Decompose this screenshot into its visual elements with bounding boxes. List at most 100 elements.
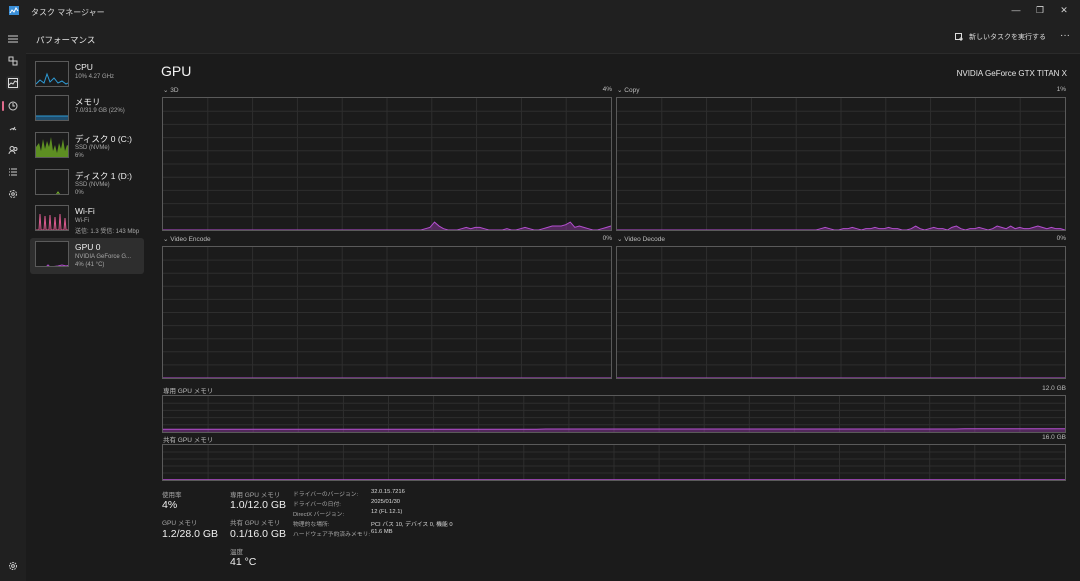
device-subtitle: 7.0/31.9 GB (22%) [75, 108, 125, 114]
engine-video-decode-label: Video Decode [624, 236, 665, 243]
page-title: パフォーマンス [36, 35, 96, 45]
more-options-button[interactable]: ··· [1060, 30, 1070, 41]
engine-video-encode-selector[interactable]: ⌄ Video Encode [163, 235, 211, 243]
engine-copy-selector[interactable]: ⌄ Copy [617, 86, 639, 94]
title-bar: タスク マネージャー — ❐ ✕ [0, 0, 1080, 24]
device-subtitle: SSD (NVMe) [75, 145, 110, 151]
utilization-label: 使用率 [162, 492, 182, 499]
shared-gpu-memory-label: 共有 GPU メモリ [230, 520, 281, 527]
engine-copy-graph [616, 97, 1066, 231]
device-item-disk-1[interactable]: ディスク 1 (D:) SSD (NVMe) 0% [30, 166, 144, 202]
device-usage: 6% [75, 153, 84, 159]
restore-button[interactable]: ❐ [1028, 0, 1052, 20]
engine-3d-graph [162, 97, 612, 231]
task-manager-app-icon [9, 6, 19, 15]
gpu-memory-value: 1.2/28.0 GB [162, 528, 219, 540]
wifi-thumbnail-line [36, 213, 68, 230]
disk-0-thumbnail-fill [36, 137, 68, 157]
engine-3d-label: 3D [170, 87, 179, 94]
app-history-icon[interactable] [6, 99, 20, 113]
property-label: ドライバーの日付: [293, 502, 341, 508]
device-item-disk-0[interactable]: ディスク 0 (C:) SSD (NVMe) 6% [30, 129, 144, 165]
engine-video-decode-graph [616, 246, 1066, 379]
property-label: DirectX バージョン: [293, 512, 345, 518]
shared-memory-graph [162, 444, 1066, 481]
processes-icon[interactable] [6, 54, 20, 68]
shared-memory-graph-canvas [163, 445, 1065, 480]
shared-memory-max: 16.0 GB [1042, 434, 1066, 441]
engine-3d-value: 4% [602, 86, 612, 93]
disk-1-thumbnail-graph [35, 169, 69, 195]
device-item-memory[interactable]: メモリ 7.0/31.9 GB (22%) [30, 92, 144, 128]
startup-apps-icon[interactable] [6, 121, 20, 135]
engine-3d-graph-canvas [163, 98, 611, 230]
engine-3d-selector[interactable]: ⌄ 3D [163, 86, 179, 94]
memory-thumbnail-graph [35, 95, 69, 121]
dedicated-gpu-memory-value: 1.0/12.0 GB [230, 499, 287, 511]
run-task-icon [955, 32, 963, 41]
engine-video-decode-selector[interactable]: ⌄ Video Decode [617, 235, 665, 243]
shared-memory-label: 共有 GPU メモリ [163, 437, 214, 444]
property-value: 61.6 MB [371, 529, 393, 535]
device-subtitle: 10% 4.27 GHz [75, 74, 115, 80]
engine-video-encode-value: 0% [602, 235, 612, 242]
users-icon[interactable] [6, 143, 20, 157]
run-new-task-label: 新しいタスクを実行する [969, 34, 1046, 41]
gpu-memory-label: GPU メモリ [162, 520, 198, 527]
property-value: 12 (FL 12.1) [371, 509, 403, 515]
gpu-thumbnail-graph [35, 241, 69, 267]
engine-video-decode-graph-canvas [617, 247, 1065, 378]
device-throughput: 送信: 1.3 受信: 143 Mbp [75, 229, 140, 235]
property-label: ドライバーのバージョン: [293, 492, 359, 498]
close-button[interactable]: ✕ [1052, 0, 1076, 20]
settings-icon[interactable] [6, 559, 20, 573]
engine-copy-graph-canvas [617, 98, 1065, 230]
property-value: PCI バス 10, デバイス 0, 機能 0 [371, 522, 453, 528]
engine-copy-label: Copy [624, 87, 640, 94]
dedicated-memory-graph [162, 395, 1066, 433]
active-nav-indicator [2, 101, 4, 111]
details-icon[interactable] [6, 165, 20, 179]
run-new-task-button[interactable]: 新しいタスクを実行する [955, 32, 1046, 42]
engine-video-encode-label: Video Encode [170, 236, 211, 243]
dedicated-memory-label: 専用 GPU メモリ [163, 388, 214, 395]
gpu-title: GPU [161, 63, 192, 79]
menu-icon[interactable] [6, 32, 20, 46]
property-value: 32.0.15.7216 [371, 489, 405, 495]
device-usage: 4% (41 °C) [75, 262, 105, 268]
device-item-gpu-0[interactable]: GPU 0 NVIDIA GeForce G... 4% (41 °C) [30, 238, 144, 274]
shared-gpu-memory-value: 0.1/16.0 GB [230, 528, 287, 540]
device-name: CPU [75, 62, 93, 72]
engine-video-encode-graph [162, 246, 612, 379]
temperature-label: 温度 [230, 549, 243, 556]
app-title: タスク マネージャー [31, 8, 105, 17]
temperature-value: 41 °C [230, 556, 257, 568]
engine-video-decode-value: 0% [1056, 235, 1066, 242]
device-usage: 0% [75, 190, 84, 196]
services-icon[interactable] [6, 187, 20, 201]
engine-video-encode-graph-canvas [163, 247, 611, 378]
dedicated-gpu-memory-label: 専用 GPU メモリ [230, 492, 281, 499]
disk-1-thumbnail-line [56, 191, 60, 194]
navigation-rail [0, 24, 26, 581]
cpu-thumbnail-line [36, 72, 68, 85]
performance-icon[interactable] [6, 76, 20, 90]
page-header: パフォーマンス 新しいタスクを実行する ··· [26, 24, 1080, 54]
property-value: 2025/01/30 [371, 499, 401, 505]
cpu-thumbnail-graph [35, 61, 69, 87]
disk-0-thumbnail-graph [35, 132, 69, 158]
device-name: ディスク 0 (C:) [75, 134, 133, 144]
dedicated-memory-graph-canvas [163, 396, 1065, 432]
device-name: GPU 0 [75, 242, 101, 252]
minimize-button[interactable]: — [1004, 0, 1028, 20]
device-name: ディスク 1 (D:) [75, 171, 133, 181]
dedicated-memory-max: 12.0 GB [1042, 385, 1066, 392]
gpu-model-name: NVIDIA GeForce GTX TITAN X [956, 69, 1067, 78]
property-label: ハードウェア予約済みメモリ: [293, 532, 370, 538]
gpu-thumbnail-line [46, 264, 68, 266]
memory-thumbnail-fill [36, 116, 68, 120]
device-name: Wi-Fi [75, 206, 95, 216]
device-subtitle: SSD (NVMe) [75, 182, 110, 188]
device-item-cpu[interactable]: CPU 10% 4.27 GHz [30, 58, 144, 94]
device-item-wifi[interactable]: Wi-Fi Wi-Fi 送信: 1.3 受信: 143 Mbp [30, 202, 144, 238]
